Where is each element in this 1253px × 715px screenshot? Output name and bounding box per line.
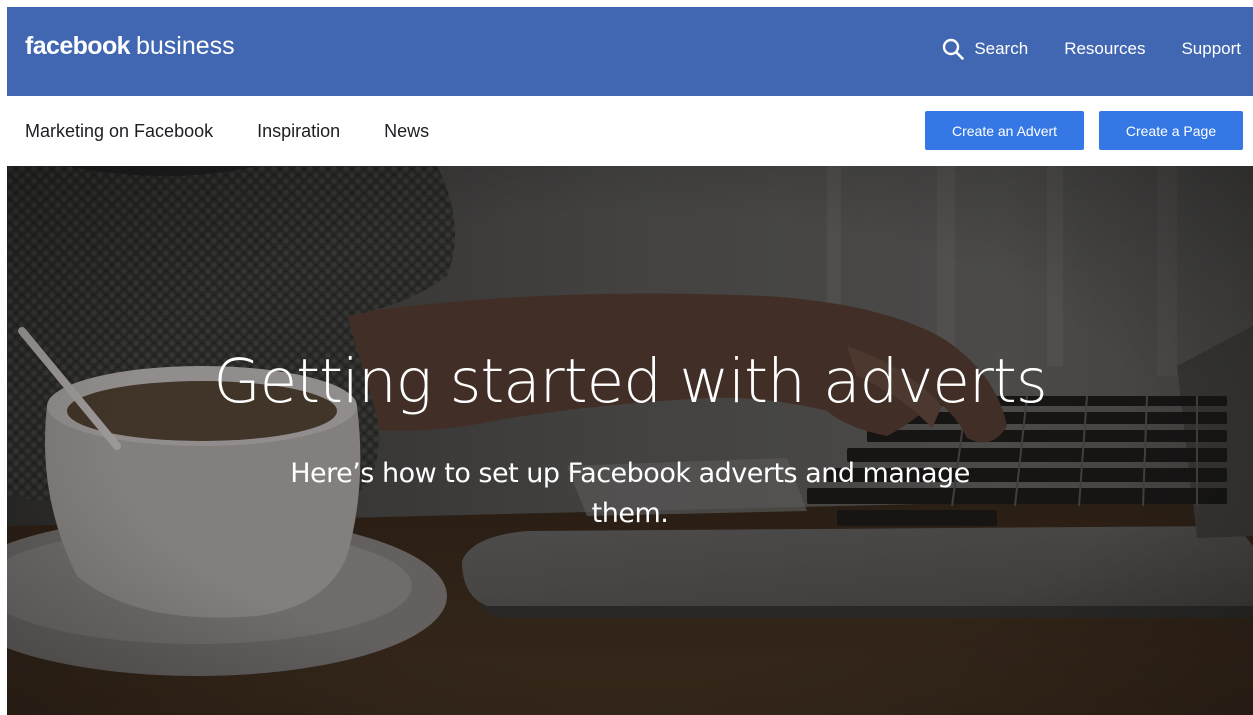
support-link[interactable]: Support xyxy=(1181,39,1241,59)
hero-banner: Getting started with adverts Here’s how … xyxy=(7,166,1253,715)
top-nav: Search Resources Support xyxy=(942,35,1241,63)
facebook-business-logo[interactable]: facebook business xyxy=(25,30,235,62)
nav-item-inspiration[interactable]: Inspiration xyxy=(257,121,340,142)
secondary-nav: Marketing on Facebook Inspiration News xyxy=(25,96,429,166)
nav-item-news[interactable]: News xyxy=(384,121,429,142)
create-advert-button[interactable]: Create an Advert xyxy=(925,111,1084,150)
top-header: facebook business Search Resources Suppor… xyxy=(7,7,1253,96)
search-label: Search xyxy=(974,39,1029,58)
nav-item-marketing-on-facebook[interactable]: Marketing on Facebook xyxy=(25,121,213,142)
secondary-nav-bar: Marketing on Facebook Inspiration News C… xyxy=(7,96,1253,166)
hero-background-image xyxy=(7,166,1253,715)
resources-link[interactable]: Resources xyxy=(1064,39,1145,59)
cta-group: Create an Advert Create a Page xyxy=(925,111,1243,150)
create-page-button[interactable]: Create a Page xyxy=(1099,111,1243,150)
page-frame: facebook business Search Resources Suppor… xyxy=(7,7,1253,715)
search-icon xyxy=(943,38,965,60)
logo-brand-text: facebook xyxy=(25,32,131,60)
hero-title: Getting started with adverts xyxy=(213,346,1047,417)
hero-subtitle: Here’s how to set up Facebook adverts an… xyxy=(290,458,970,529)
logo-product-text: business xyxy=(135,32,235,60)
search-link[interactable]: Search xyxy=(942,38,1028,60)
